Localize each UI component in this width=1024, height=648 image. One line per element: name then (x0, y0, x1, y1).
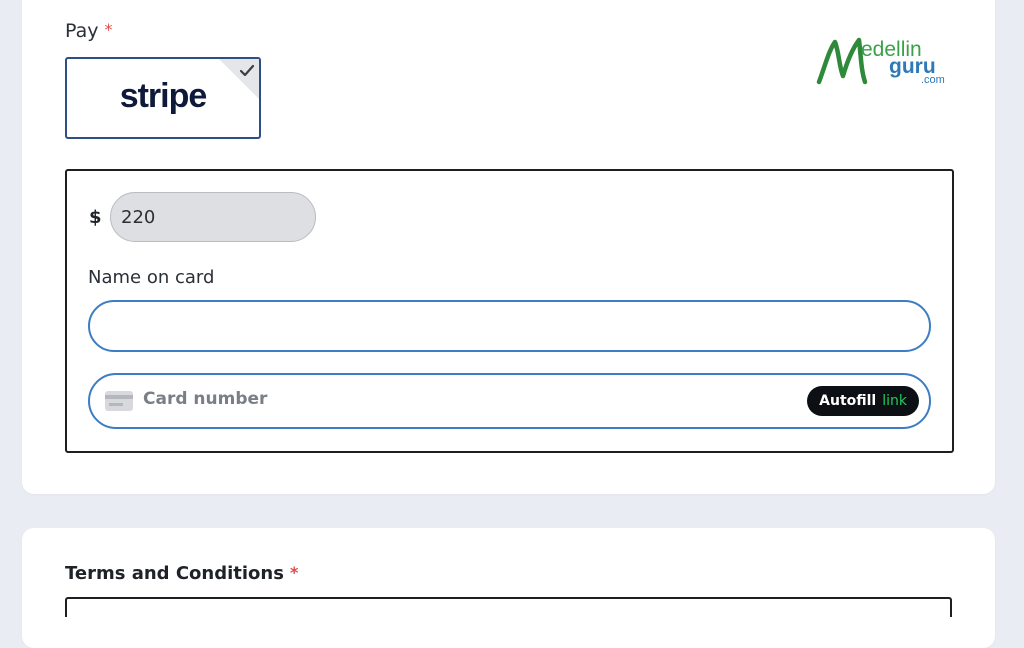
link-label: link (882, 393, 907, 409)
card-number-input[interactable]: Card number Autofill link (88, 373, 931, 429)
medellin-guru-logo: edellin guru .com (815, 36, 955, 88)
terms-label-text: Terms and Conditions (65, 563, 284, 584)
card-number-placeholder: Card number (143, 389, 268, 409)
autofill-label: Autofill (819, 393, 877, 409)
pay-label-text: Pay (65, 20, 99, 42)
terms-label: Terms and Conditions * (65, 563, 298, 584)
credit-card-icon (105, 391, 133, 411)
pay-label: Pay * (65, 20, 113, 42)
stripe-card-form: $ Name on card Card number Autofill link (65, 169, 954, 453)
amount-input[interactable] (110, 192, 316, 242)
currency-symbol: $ (89, 207, 102, 228)
terms-content-box[interactable] (65, 597, 952, 617)
name-on-card-label: Name on card (88, 267, 215, 288)
name-on-card-input[interactable] (88, 300, 931, 352)
terms-card (22, 528, 995, 648)
autofill-link-button[interactable]: Autofill link (807, 386, 919, 416)
terms-required-marker: * (289, 563, 299, 582)
checkmark-icon (239, 64, 255, 77)
stripe-payment-option[interactable]: stripe (65, 57, 261, 139)
logo-text-com: .com (921, 74, 945, 86)
required-marker: * (104, 20, 113, 39)
